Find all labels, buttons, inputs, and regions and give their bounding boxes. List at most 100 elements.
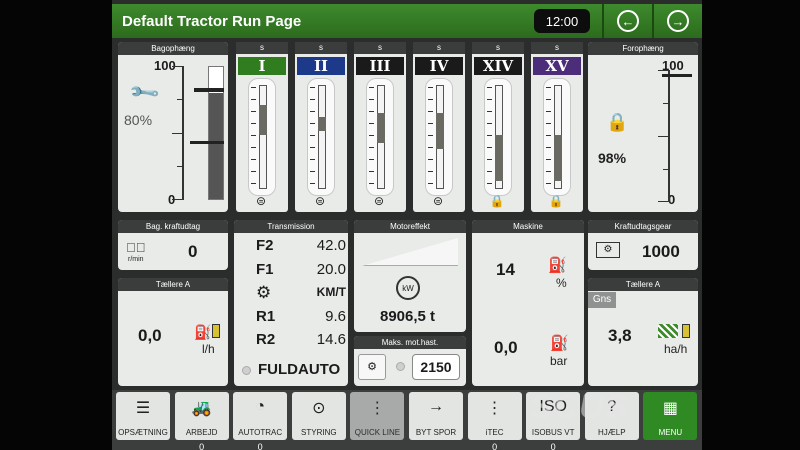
nav-byt-spor-button[interactable]: → BYT SPOR: [409, 392, 463, 440]
scv-flow-track: [366, 78, 394, 196]
nav-badge: 0: [550, 442, 556, 450]
work-rate-value: 3,8: [608, 326, 632, 345]
scv-1-panel[interactable]: s I ⊜: [236, 42, 288, 212]
scv-number: XIV: [474, 57, 522, 75]
max-engine-speed-value[interactable]: 2150: [412, 354, 460, 380]
gear-f2-speed: 42.0: [316, 237, 346, 254]
max-engine-speed-label: Maks. mot.hast.: [354, 336, 466, 349]
transmission-panel[interactable]: Transmission F2 42.0 F1 20.0 ⚙ KM/T R1 9.6 …: [234, 220, 348, 386]
rear-hitch-scale: [172, 66, 184, 200]
scv-5-panel[interactable]: s XIV 🔒: [472, 42, 524, 212]
rear-pto-panel[interactable]: Bag. kraftudtag ⚙⃝ r/min 0: [118, 220, 228, 270]
rear-pto-label: Bag. kraftudtag: [118, 220, 228, 233]
scv-6-panel[interactable]: s XV 🔒: [531, 42, 583, 212]
pto-gear-value: 1000: [642, 242, 680, 261]
machine-panel[interactable]: Maskine 14 ⛽ % 0,0 ⛽ bar: [472, 220, 584, 386]
flow-icon: ⊜: [255, 194, 267, 208]
scv-4-panel[interactable]: s IV ⊜: [413, 42, 465, 212]
field-area-icon: [658, 324, 678, 338]
nav-menu-button[interactable]: ▦ MENU: [643, 392, 698, 440]
scv-mode-label: s: [413, 42, 465, 54]
nav-label: iTEC: [485, 428, 504, 437]
mode-indicator-dot: [242, 366, 251, 375]
rear-hitch-panel[interactable]: Bagophæng 100 0 🔧 80%: [118, 42, 228, 212]
grid-icon: ▦: [662, 400, 678, 417]
back-button[interactable]: ←: [602, 4, 652, 38]
itec-icon: ⋮: [486, 400, 503, 417]
nav-quick-line-button[interactable]: ⋮ QUICK LINE: [350, 392, 405, 440]
nav-opsætning-button[interactable]: ☰ OPSÆTNING: [116, 392, 170, 440]
scv-flow-level: [259, 105, 267, 135]
rear-hitch-bar: [208, 66, 224, 200]
front-hitch-percent: 98%: [598, 150, 627, 166]
nav-label: OPSÆTNING: [118, 428, 168, 437]
watermark-text: SCUS: [530, 388, 629, 426]
nav-itec-button[interactable]: ⋮ iTEC 0: [467, 392, 522, 450]
counter-a-right-label: Tællere A: [588, 278, 698, 291]
fuel-bar-icon: [212, 324, 220, 338]
scv-mode-label: s: [295, 42, 347, 54]
scv-flow-track: [248, 78, 276, 196]
nav-label: QUICK LINE: [354, 428, 401, 437]
counter-a-left-panel[interactable]: Tællere A 0,0 ⛽ l/h: [118, 278, 228, 386]
scv-flow-level: [377, 113, 385, 143]
settings-list-icon: ☰: [135, 400, 151, 417]
gear-f1-label: F1: [256, 261, 274, 278]
front-hitch-panel[interactable]: Forophæng 100 0 🔒 98%: [588, 42, 698, 212]
gear-f1-speed: 20.0: [316, 261, 346, 278]
counter-a-right-panel[interactable]: Tællere A Gns 3,8 ha/h: [588, 278, 698, 386]
transmission-label: Transmission: [234, 220, 348, 233]
nav-arbejd-button[interactable]: 🚜 ARBEJD 0: [174, 392, 229, 450]
track-switch-icon: →: [428, 398, 444, 415]
gear-r2-label: R2: [256, 331, 276, 348]
rear-hitch-position-marker: [190, 141, 224, 144]
max-engine-speed-panel[interactable]: Maks. mot.hast. ⚙ 2150: [354, 336, 466, 386]
scv-3-panel[interactable]: s III ⊜: [354, 42, 406, 212]
counter-a-left-label: Tællere A: [118, 278, 228, 291]
clock-display[interactable]: 12:00: [534, 9, 590, 33]
gear-f2-label: F2: [256, 237, 274, 254]
scv-mode-label: s: [472, 42, 524, 54]
nav-autotrac-button[interactable]: ◔ AUTOTRAC 0: [233, 392, 288, 450]
engine-speed-icon[interactable]: ⚙: [358, 354, 386, 380]
def-level-unit: %: [556, 276, 567, 290]
rear-pto-value: 0: [188, 242, 198, 261]
scv-mode-label: s: [354, 42, 406, 54]
rear-hitch-label: Bagophæng: [118, 42, 228, 55]
scv-flow-level: [318, 117, 326, 131]
nav-label: STYRING: [301, 428, 337, 437]
front-hitch-scale: [658, 70, 670, 202]
def-tank-icon: ⛽: [548, 257, 567, 274]
scv-flow-track: [307, 78, 335, 196]
nav-styring-button[interactable]: ⊙ STYRING: [291, 392, 346, 440]
tractor-display: Default Tractor Run Page 12:00 ← → Bagop…: [112, 0, 702, 450]
page-title: Default Tractor Run Page: [122, 12, 302, 30]
tractor-icon: 🚜: [191, 400, 212, 417]
scv-number: III: [356, 57, 404, 75]
fuel-rate-unit: l/h: [202, 342, 215, 356]
pto-gear-panel[interactable]: Kraftudtagsgear ⚙ 1000: [588, 220, 698, 270]
scv-flow-track: [425, 78, 453, 196]
arrow-right-icon: →: [667, 10, 689, 32]
nav-badge: 0: [257, 442, 263, 450]
machine-label: Maskine: [472, 220, 584, 233]
scv-mode-label: s: [236, 42, 288, 54]
nav-label: ISOBUS VT: [531, 428, 575, 437]
autotrac-icon: ◔: [255, 398, 266, 415]
gear-r1-label: R1: [256, 308, 276, 325]
engine-power-panel[interactable]: Motoreffekt kW 8906,5 t: [354, 220, 466, 332]
transmission-mode[interactable]: FULDAUTO: [258, 361, 340, 378]
wrench-icon: 🔧: [128, 76, 162, 110]
forward-button[interactable]: →: [652, 4, 702, 38]
flow-icon: ⊜: [432, 194, 444, 208]
engine-speed-dot: [396, 362, 405, 371]
quickline-icon: ⋮: [369, 400, 386, 417]
def-level-value: 14: [496, 260, 515, 279]
nav-label: AUTOTRAC: [238, 428, 283, 437]
nav-label: MENU: [658, 428, 683, 437]
rear-hitch-setpoint-marker: [194, 88, 224, 92]
scv-2-panel[interactable]: s II ⊜: [295, 42, 347, 212]
scv-flow-bar: [259, 85, 267, 189]
scv-flow-level: [436, 113, 444, 149]
engine-power-label: Motoreffekt: [354, 220, 466, 233]
